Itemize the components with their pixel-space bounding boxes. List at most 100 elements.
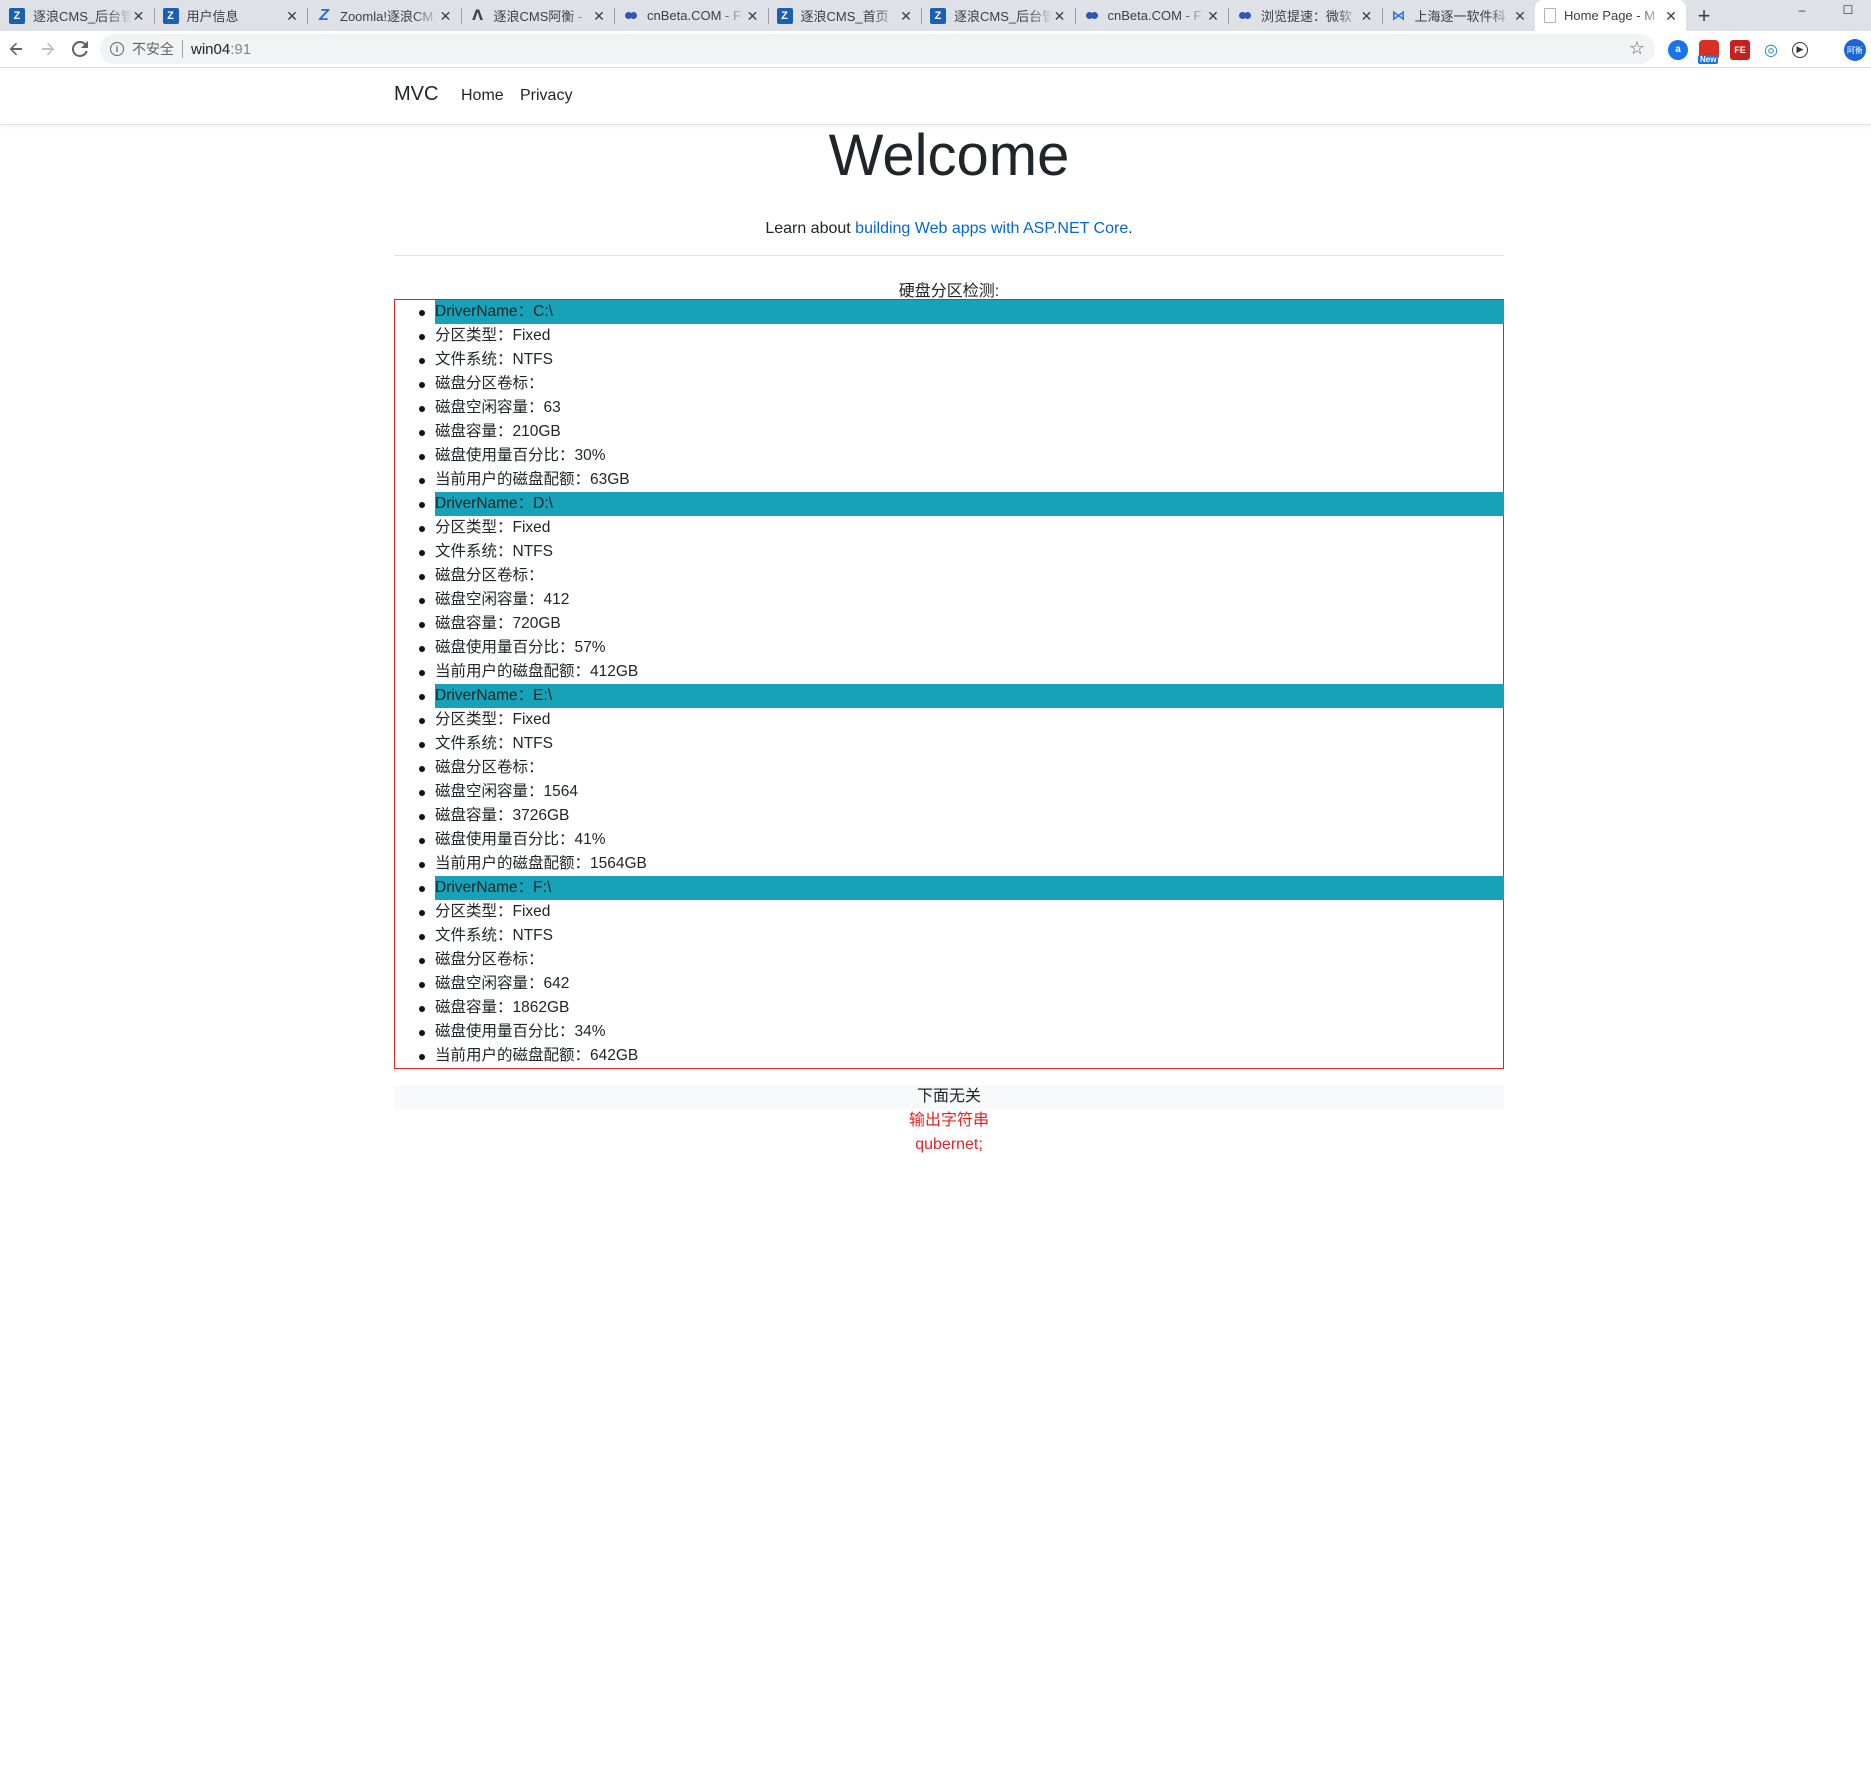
extension-a-icon[interactable]: a: [1668, 39, 1688, 60]
browser-tab[interactable]: Z 逐浪CMS_首页 ✕: [767, 0, 922, 31]
close-tab-icon[interactable]: ✕: [899, 9, 913, 23]
url-port: :91: [230, 40, 252, 58]
window-controls: – ☐: [1779, 0, 1871, 20]
security-label: 不安全: [132, 41, 174, 57]
z-icon: Z: [930, 7, 946, 24]
close-tab-icon[interactable]: ✕: [1053, 9, 1067, 23]
close-tab-icon[interactable]: ✕: [1206, 9, 1220, 23]
close-tab-icon[interactable]: ✕: [1360, 9, 1374, 23]
disk-info-text: 文件系统：NTFS: [435, 735, 553, 752]
extension-label: ◎: [1764, 41, 1778, 59]
browser-tab[interactable]: Home Page - M ✕: [1535, 0, 1686, 31]
divider: [394, 255, 1504, 256]
browser-tab[interactable]: 浏览提速：微软 ✕: [1228, 0, 1382, 31]
output-label: 输出字符串: [908, 1112, 989, 1129]
close-tab-icon[interactable]: ✕: [592, 9, 606, 23]
disk-info-text: DriverName：E:\: [435, 684, 1504, 708]
z-icon: Z: [162, 7, 179, 24]
disk-info-text: 磁盘分区卷标：: [435, 951, 544, 968]
page-title: Welcome: [828, 123, 1070, 188]
info-icon[interactable]: i: [110, 42, 124, 56]
disk-info-text: 分区类型：Fixed: [435, 903, 551, 920]
disk-info-text: 磁盘空闲容量：63: [435, 399, 561, 416]
profile-avatar[interactable]: 阿衡: [1844, 39, 1866, 61]
close-tab-icon[interactable]: ✕: [1513, 9, 1527, 23]
tab-list: Z 逐浪CMS_后台管 ✕ Z 用户信息 ✕ Z Zoomla!逐浪CM ✕ ᐱ 逐浪CMS阿衡 -…: [0, 0, 1686, 31]
new-badge: New: [1698, 54, 1719, 64]
disk-info-text: 文件系统：NTFS: [435, 927, 553, 944]
forward-button[interactable]: [32, 33, 64, 65]
disk-info-text: 磁盘容量：1862GB: [435, 999, 570, 1016]
disk-info-item: 文件系统：NTFS: [395, 540, 1503, 564]
tab-title: 逐浪CMS_首页: [800, 9, 889, 24]
maximize-button[interactable]: ☐: [1825, 0, 1871, 20]
disk-info-text: 分区类型：Fixed: [435, 711, 551, 728]
disk-info-text: 磁盘容量：210GB: [435, 423, 561, 440]
reload-button[interactable]: [64, 33, 96, 65]
close-tab-icon[interactable]: ✕: [285, 9, 299, 23]
disk-info-text: 磁盘使用量百分比：30%: [435, 447, 606, 464]
unrelated-bar: 下面无关: [394, 1085, 1504, 1109]
drive-name-item: DriverName：F:\: [395, 876, 1504, 900]
browser-tab[interactable]: Z 用户信息 ✕: [153, 0, 308, 31]
close-tab-icon[interactable]: ✕: [132, 9, 146, 23]
disk-section-heading: 硬盘分区检测:: [898, 283, 1000, 300]
disk-info-text: 磁盘分区卷标：: [435, 567, 544, 584]
browser-tab[interactable]: Z 逐浪CMS_后台管 ✕: [921, 0, 1075, 31]
extension-fe-icon[interactable]: FE: [1730, 39, 1750, 60]
disk-info-text: 分区类型：Fixed: [435, 519, 551, 536]
disk-info-text: 当前用户的磁盘配额：412GB: [435, 663, 639, 680]
tab-title: Zoomla!逐浪CM: [340, 9, 434, 24]
browser-tab[interactable]: ᐱ 逐浪CMS阿衡 - ✕: [460, 0, 615, 31]
new-tab-button[interactable]: +: [1686, 0, 1722, 31]
page-icon: [1544, 8, 1556, 23]
z-icon: Z: [9, 7, 25, 24]
address-bar[interactable]: i 不安全 win04:91 ☆: [100, 34, 1655, 64]
extension-play-icon[interactable]: ▶: [1792, 41, 1808, 58]
cnbeta-icon: [623, 8, 639, 24]
disk-info-text: 磁盘空闲容量：412: [435, 591, 570, 608]
bookmark-star-icon[interactable]: ☆: [1629, 38, 1645, 59]
browser-tab[interactable]: Z Zoomla!逐浪CM ✕: [307, 0, 461, 31]
close-tab-icon[interactable]: ✕: [439, 9, 453, 23]
disk-info-item: 磁盘使用量百分比：34%: [395, 1020, 1503, 1044]
browser-tab[interactable]: Z 逐浪CMS_后台管 ✕: [0, 0, 154, 31]
joomla-icon: Z: [319, 6, 329, 24]
brand-link[interactable]: MVC: [394, 83, 438, 106]
close-tab-icon[interactable]: ✕: [1664, 9, 1678, 23]
browser-tab[interactable]: cnBeta.COM - F ✕: [1074, 0, 1229, 31]
nav-privacy-link[interactable]: Privacy: [520, 87, 572, 105]
disk-info-item: 分区类型：Fixed: [395, 708, 1503, 732]
disk-info-text: 磁盘分区卷标：: [435, 375, 544, 392]
docs-link[interactable]: building Web apps with ASP.NET Core: [855, 220, 1128, 237]
disk-info-item: 磁盘空闲容量：63: [395, 396, 1503, 420]
disk-info-text: DriverName：F:\: [435, 876, 1504, 900]
visual-studio-icon: ⋈: [1391, 7, 1406, 23]
cnbeta-icon: [1237, 8, 1253, 24]
extension-swirl-icon[interactable]: ◎: [1761, 40, 1781, 60]
minimize-button[interactable]: –: [1779, 0, 1825, 20]
disk-info-text: 文件系统：NTFS: [435, 351, 553, 368]
close-tab-icon[interactable]: ✕: [746, 9, 760, 23]
disk-info-text: 磁盘分区卷标：: [435, 759, 544, 776]
disk-info-text: DriverName：C:\: [435, 300, 1504, 324]
tab-title: 逐浪CMS_后台管: [33, 9, 132, 24]
browser-tab[interactable]: cnBeta.COM - F ✕: [614, 0, 768, 31]
arrow-left-icon: [9, 42, 22, 56]
drive-name-item: DriverName：C:\: [395, 300, 1504, 324]
back-button[interactable]: [0, 33, 32, 65]
disk-info-item: 分区类型：Fixed: [395, 900, 1503, 924]
disk-info-text: 磁盘容量：3726GB: [435, 807, 570, 824]
disk-info-text: 当前用户的磁盘配额：642GB: [435, 1047, 639, 1064]
extensions-area: a New FE ◎ ▶: [1668, 31, 1808, 68]
disk-info-text: 磁盘空闲容量：1564: [435, 783, 578, 800]
extension-new-icon[interactable]: New: [1698, 39, 1719, 64]
browser-tab[interactable]: ⋈ 上海逐一软件科 ✕: [1381, 0, 1536, 31]
tab-strip: Z 逐浪CMS_后台管 ✕ Z 用户信息 ✕ Z Zoomla!逐浪CM ✕ ᐱ 逐浪CMS阿衡 -…: [0, 0, 1871, 31]
disk-info-item: 磁盘空闲容量：642: [395, 972, 1503, 996]
nav-home-link[interactable]: Home: [461, 87, 504, 105]
disk-info-item: 分区类型：Fixed: [395, 324, 1503, 348]
disk-info-text: 当前用户的磁盘配额：63GB: [435, 471, 630, 488]
disk-info-item: 文件系统：NTFS: [395, 924, 1503, 948]
disk-info-item: 磁盘空闲容量：1564: [395, 780, 1503, 804]
